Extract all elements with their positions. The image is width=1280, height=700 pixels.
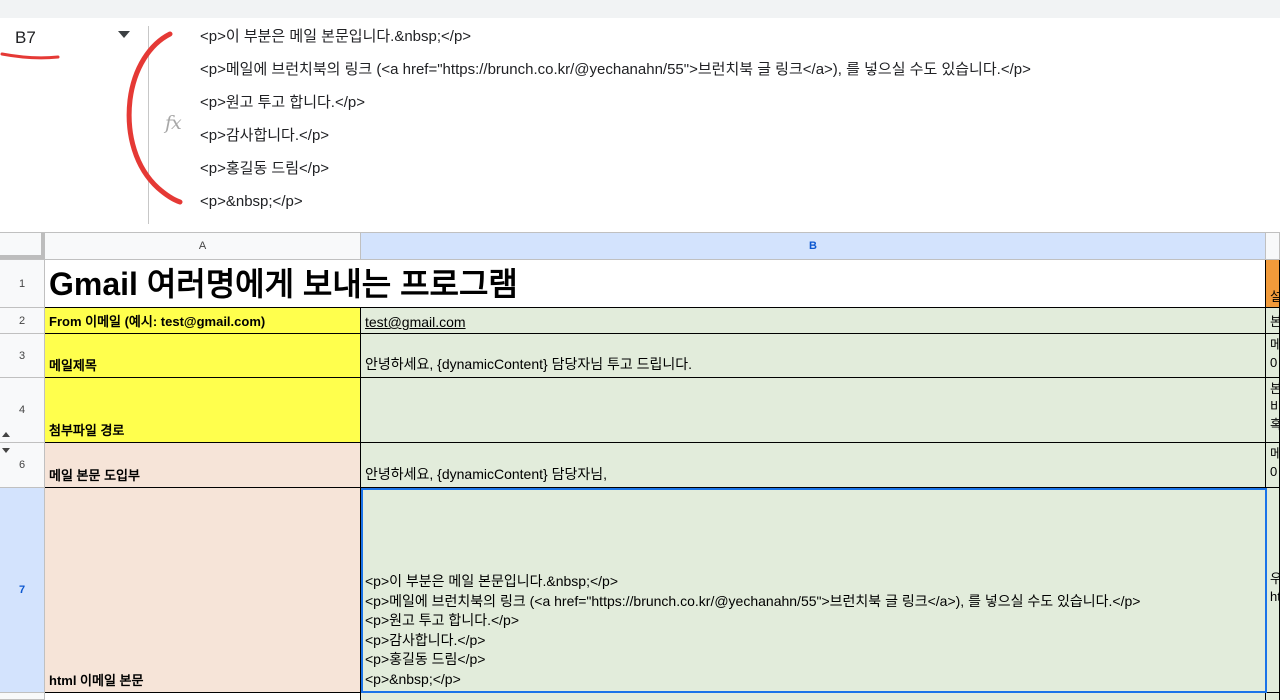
formula-bar-divider [148,26,149,224]
cell-a2[interactable]: From 이메일 (예시: test@gmail.com) [45,308,361,334]
formula-line: <p>&nbsp;</p> [200,193,303,210]
cell-b6[interactable]: 안녕하세요, {dynamicContent} 담당자님, [361,443,1266,488]
from-email-link[interactable]: test@gmail.com [365,314,466,330]
select-all-corner[interactable] [0,233,45,259]
toolbar-strip [0,0,1280,18]
name-box[interactable]: B7 [0,18,148,58]
formula-line: <p>원고 투고 합니다.</p> [200,94,365,111]
formula-line: <p>이 부분은 메일 본문입니다.&nbsp;</p> [200,28,472,45]
cell-b8[interactable] [361,693,1266,700]
column-header-a[interactable]: A [45,233,361,259]
cell-c1[interactable]: 설 [1266,260,1280,308]
cell-a4[interactable]: 첨부파일 경로 [45,378,361,443]
cell-c2[interactable]: 본 [1266,308,1280,334]
formula-line: <p>감사합니다.</p> [200,127,330,144]
cell-b2[interactable]: test@gmail.com [361,308,1266,334]
formula-line: <p>홍길동 드림</p> [200,160,330,177]
cell-a6[interactable]: 메일 본문 도입부 [45,443,361,488]
cell-a1[interactable]: Gmail 여러명에게 보내는 프로그램 [45,260,1266,308]
cell-c3[interactable]: 메 0 [1266,334,1280,378]
fx-icon: fx [165,112,182,134]
formula-input[interactable]: <p>이 부분은 메일 본문입니다.&nbsp;</p> <p>메일에 브런치북… [200,26,1031,224]
column-header-b[interactable]: B [361,233,1266,259]
row-header-1[interactable]: 1 [0,260,45,308]
cell-c8[interactable] [1266,693,1280,700]
row-header-3[interactable]: 3 [0,334,45,378]
cell-c4[interactable]: 본 비 혹 [1266,378,1280,443]
column-header-c[interactable] [1266,233,1280,259]
name-box-value: B7 [15,28,36,47]
cell-b4[interactable] [361,378,1266,443]
row-header-7[interactable]: 7 [0,488,45,693]
cell-c6[interactable]: 메 0 [1266,443,1280,488]
cell-b7[interactable]: <p>이 부분은 메일 본문입니다.&nbsp;</p> <p>메일에 브런치북… [361,488,1266,693]
cell-a8[interactable] [45,693,361,700]
row-header-2[interactable]: 2 [0,308,45,334]
unhide-rows-down-icon[interactable] [2,448,10,453]
html-body-content: <p>이 부분은 메일 본문입니다.&nbsp;</p> <p>메일에 브런치북… [365,573,1141,687]
column-header-row: A B [0,232,1280,260]
cell-c7[interactable]: 우 ht [1266,488,1280,693]
cell-a3[interactable]: 메일제목 [45,334,361,378]
row-header-8[interactable] [0,693,45,700]
chevron-down-icon[interactable] [118,31,130,38]
formula-bar: B7 fx <p>이 부분은 메일 본문입니다.&nbsp;</p> <p>메일… [0,0,1280,232]
unhide-rows-up-icon[interactable] [2,432,10,437]
cell-b3[interactable]: 안녕하세요, {dynamicContent} 담당자님 투고 드립니다. [361,334,1266,378]
formula-line: <p>메일에 브런치북의 링크 (<a href="https://brunch… [200,61,1031,78]
sheet-title: Gmail 여러명에게 보내는 프로그램 [49,266,518,302]
cell-a7[interactable]: html 이메일 본문 [45,488,361,693]
